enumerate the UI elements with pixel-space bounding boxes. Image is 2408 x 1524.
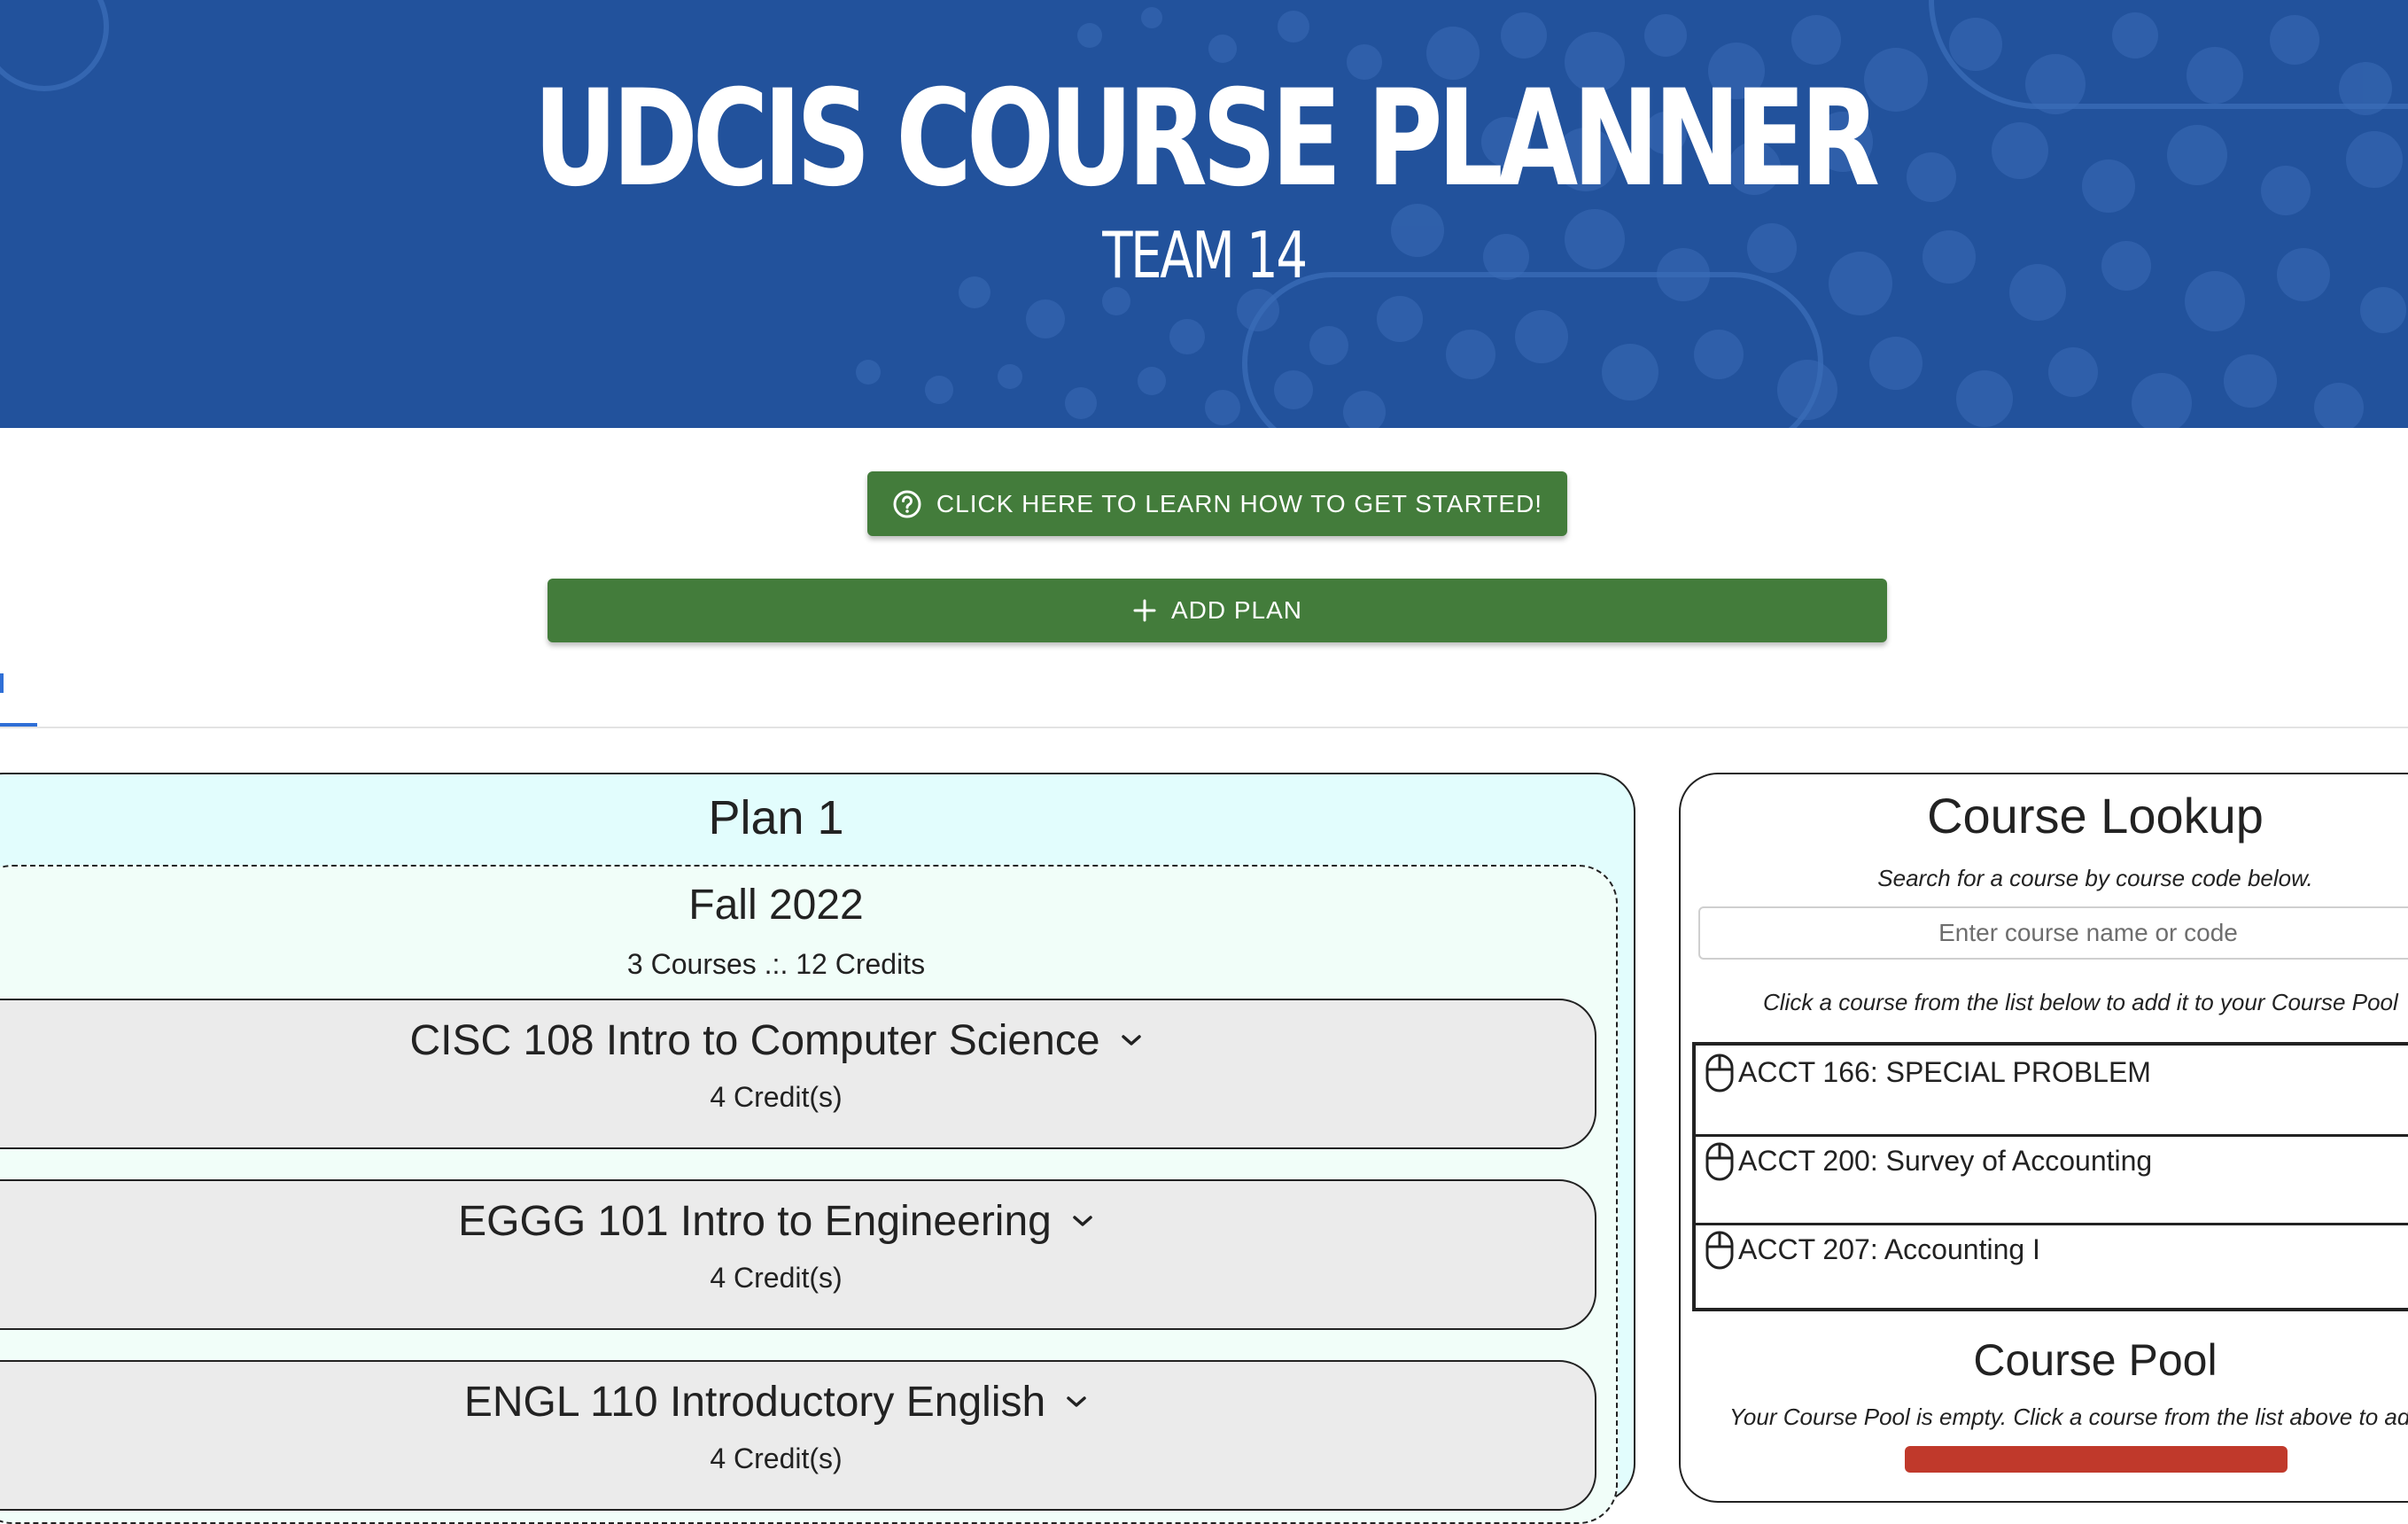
clear-pool-button[interactable]: [1905, 1446, 2288, 1473]
course-result-label: ACCT 200: Survey of Accounting: [1738, 1145, 2153, 1177]
course-result-list[interactable]: ACCT 166: SPECIAL PROBLEM ACCT 200: Surv…: [1692, 1042, 2408, 1311]
plan-title: Plan 1: [708, 791, 844, 844]
course-title[interactable]: CISC 108 Intro to Computer Science: [0, 1010, 1552, 1070]
mouse-icon: [1705, 1230, 1735, 1271]
course-pool-title: Course Pool: [1973, 1335, 2218, 1385]
mouse-icon: [1705, 1141, 1735, 1182]
help-circle-icon: [892, 489, 922, 519]
course-title-text: CISC 108 Intro to Computer Science: [409, 1016, 1100, 1064]
semester-title: Fall 2022: [688, 882, 864, 929]
plus-icon: [1132, 598, 1157, 623]
mouse-icon: [1705, 1053, 1735, 1093]
course-title[interactable]: ENGL 110 Introductory English: [0, 1372, 1552, 1432]
chevron-down-icon[interactable]: [1120, 1032, 1143, 1048]
course-search-input[interactable]: [1698, 906, 2408, 960]
add-plan-button[interactable]: ADD PLAN: [548, 579, 1887, 642]
lookup-subtitle: Search for a course by course code below…: [1877, 865, 2313, 891]
course-result-item[interactable]: ACCT 207: Accounting I: [1696, 1223, 2408, 1311]
tab-plan-1[interactable]: [0, 673, 4, 693]
add-plan-label: ADD PLAN: [1170, 596, 1303, 624]
semester-summary: 3 Courses .:. 12 Credits: [626, 948, 926, 980]
course-credits: 4 Credit(s): [710, 1081, 843, 1113]
header-banner: UDCIS COURSE PLANNER TEAM 14: [0, 0, 2408, 428]
lookup-title: Course Lookup: [1927, 788, 2264, 844]
get-started-label: CLICK HERE TO LEARN HOW TO GET STARTED!: [936, 489, 1543, 517]
lookup-hint: Click a course from the list below to ad…: [1763, 989, 2398, 1015]
course-title-text: ENGL 110 Introductory English: [463, 1378, 1046, 1426]
app-title: UDCIS COURSE PLANNER: [533, 62, 1880, 216]
tab-divider: [0, 727, 2408, 728]
course-title[interactable]: EGGG 101 Intro to Engineering: [0, 1191, 1552, 1251]
course-credits: 4 Credit(s): [710, 1262, 843, 1294]
chevron-down-icon[interactable]: [1065, 1394, 1088, 1410]
get-started-button[interactable]: CLICK HERE TO LEARN HOW TO GET STARTED!: [867, 471, 1567, 536]
team-subtitle: TEAM 14: [1102, 218, 1308, 292]
course-pool-empty-text: Your Course Pool is empty. Click a cours…: [1729, 1403, 2408, 1430]
course-result-item[interactable]: ACCT 200: Survey of Accounting: [1696, 1134, 2408, 1225]
course-result-label: ACCT 207: Accounting I: [1738, 1233, 2040, 1265]
course-result-label: ACCT 166: SPECIAL PROBLEM: [1738, 1056, 2151, 1088]
course-credits: 4 Credit(s): [710, 1442, 843, 1474]
chevron-down-icon[interactable]: [1071, 1213, 1094, 1229]
course-result-item[interactable]: ACCT 166: SPECIAL PROBLEM: [1696, 1046, 2408, 1137]
course-title-text: EGGG 101 Intro to Engineering: [458, 1197, 1052, 1245]
